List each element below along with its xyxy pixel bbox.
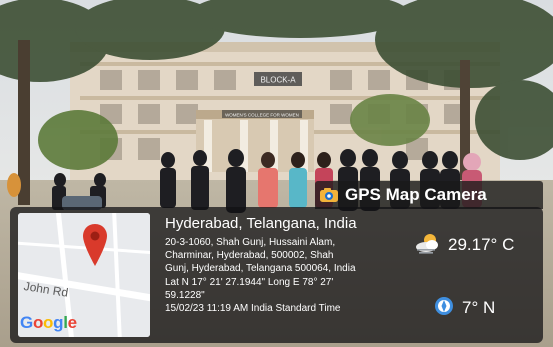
cloud-sun-icon (414, 232, 442, 259)
wind-compass-icon (434, 296, 454, 321)
block-sign: BLOCK-A (260, 76, 296, 85)
location-info: Hyderabad, Telangana, India 20-3-1060, S… (165, 215, 417, 315)
address-block: 20-3-1060, Shah Gunj, Hussaini Alam, Cha… (165, 236, 417, 315)
address-line: Charminar, Hyderabad, 500002, Shah (165, 250, 334, 262)
coordinates-line: 59.1228" (165, 289, 205, 301)
weather-readout: 29.17° C (414, 233, 539, 257)
coordinates-line: Lat N 17° 21' 27.1944" Long E 78° 27' (165, 276, 334, 288)
temperature: 29.17° C (448, 235, 515, 254)
camera-icon (319, 187, 339, 203)
wind-direction: 7° N (462, 298, 496, 317)
geotag-overlay: John Rd Google Hyderabad, Telangana, Ind… (10, 207, 543, 343)
address-line: 20-3-1060, Shah Gunj, Hussaini Alam, (165, 237, 336, 248)
gps-map-camera-watermark: GPS Map Camera (315, 181, 543, 209)
timestamp: 15/02/23 11:19 AM India Standard Time (165, 303, 341, 315)
college-sign: WOMEN'S COLLEGE FOR WOMEN (225, 113, 299, 118)
app-name: GPS Map Camera (345, 185, 487, 204)
location-title: Hyderabad, Telangana, India (165, 215, 357, 232)
screenshot-frame: BLOCK-A WOMEN'S COLLEGE FOR WOMEN GPS Ma… (0, 0, 553, 347)
address-line: Gunj, Hyderabad, Telangana 500064, India (165, 263, 356, 275)
google-logo: Google (20, 313, 77, 332)
location-map: John Rd Google (18, 213, 150, 337)
wind-readout: 7° N (434, 296, 534, 321)
